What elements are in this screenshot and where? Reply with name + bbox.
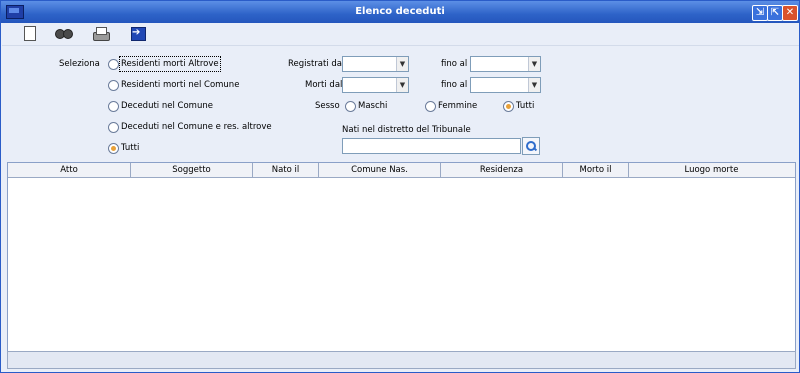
registrati-dal-label: Registrati dal xyxy=(288,59,345,69)
seleziona-label: Seleziona xyxy=(59,59,100,69)
status-bar xyxy=(7,351,796,369)
fino-al-label-2: fino al xyxy=(441,80,468,90)
label-deceduti-comune[interactable]: Deceduti nel Comune xyxy=(121,100,213,112)
sesso-label: Sesso xyxy=(315,101,340,111)
table-header: Atto Soggetto Nato il Comune Nas. Reside… xyxy=(8,163,795,178)
close-button[interactable]: ✕ xyxy=(782,5,798,21)
label-femmine[interactable]: Femmine xyxy=(438,100,477,112)
radio-sesso-tutti[interactable] xyxy=(503,101,514,112)
radio-residenti-comune[interactable] xyxy=(108,80,119,91)
minimize-button[interactable]: ⇲ xyxy=(752,5,768,21)
nati-distretto-input[interactable] xyxy=(342,138,521,154)
radio-residenti-altrove[interactable] xyxy=(108,59,119,70)
label-residenti-altrove[interactable]: Residenti morti Altrove xyxy=(119,56,221,72)
column-nato-il[interactable]: Nato il xyxy=(253,163,319,177)
column-residenza[interactable]: Residenza xyxy=(441,163,563,177)
chevron-down-icon[interactable]: ▼ xyxy=(396,78,408,92)
label-sesso-tutti[interactable]: Tutti xyxy=(516,100,534,112)
search-icon[interactable] xyxy=(522,137,540,155)
maximize-button[interactable]: ⇱ xyxy=(767,5,783,21)
morti-dal-label: Morti dal xyxy=(305,80,343,90)
registrati-fino-combo[interactable]: ▼ xyxy=(470,56,541,72)
morti-fino-combo[interactable]: ▼ xyxy=(470,77,541,93)
column-comune-nas[interactable]: Comune Nas. xyxy=(319,163,441,177)
chevron-down-icon[interactable]: ▼ xyxy=(528,78,540,92)
morti-dal-combo[interactable]: ▼ xyxy=(342,77,409,93)
printer-icon[interactable] xyxy=(92,26,110,42)
column-atto[interactable]: Atto xyxy=(8,163,131,177)
registrati-dal-combo[interactable]: ▼ xyxy=(342,56,409,72)
radio-deceduti-res-altrove[interactable] xyxy=(108,122,119,133)
chevron-down-icon[interactable]: ▼ xyxy=(528,57,540,71)
radio-maschi[interactable] xyxy=(345,101,356,112)
nati-distretto-label: Nati nel distretto del Tribunale xyxy=(342,125,471,135)
main-window: Elenco deceduti ⇲ ⇱ ✕ Seleziona Resident… xyxy=(0,0,800,373)
toolbar xyxy=(2,23,799,46)
window-title: Elenco deceduti xyxy=(355,6,445,17)
label-maschi[interactable]: Maschi xyxy=(358,100,387,112)
radio-femmine[interactable] xyxy=(425,101,436,112)
new-document-icon[interactable] xyxy=(20,26,38,42)
column-morto-il[interactable]: Morto il xyxy=(563,163,629,177)
title-bar: Elenco deceduti ⇲ ⇱ ✕ xyxy=(1,1,799,23)
chevron-down-icon[interactable]: ▼ xyxy=(396,57,408,71)
binoculars-icon[interactable] xyxy=(55,26,73,42)
fino-al-label-1: fino al xyxy=(441,59,468,69)
radio-deceduti-comune[interactable] xyxy=(108,101,119,112)
label-tutti[interactable]: Tutti xyxy=(121,142,139,154)
column-luogo-morte[interactable]: Luogo morte xyxy=(629,163,794,177)
radio-tutti[interactable] xyxy=(108,143,119,154)
column-soggetto[interactable]: Soggetto xyxy=(131,163,253,177)
label-residenti-comune[interactable]: Residenti morti nel Comune xyxy=(121,79,239,91)
label-deceduti-res-altrove[interactable]: Deceduti nel Comune e res. altrove xyxy=(121,121,272,133)
exit-icon[interactable] xyxy=(129,26,147,42)
results-table[interactable]: Atto Soggetto Nato il Comune Nas. Reside… xyxy=(7,162,796,352)
